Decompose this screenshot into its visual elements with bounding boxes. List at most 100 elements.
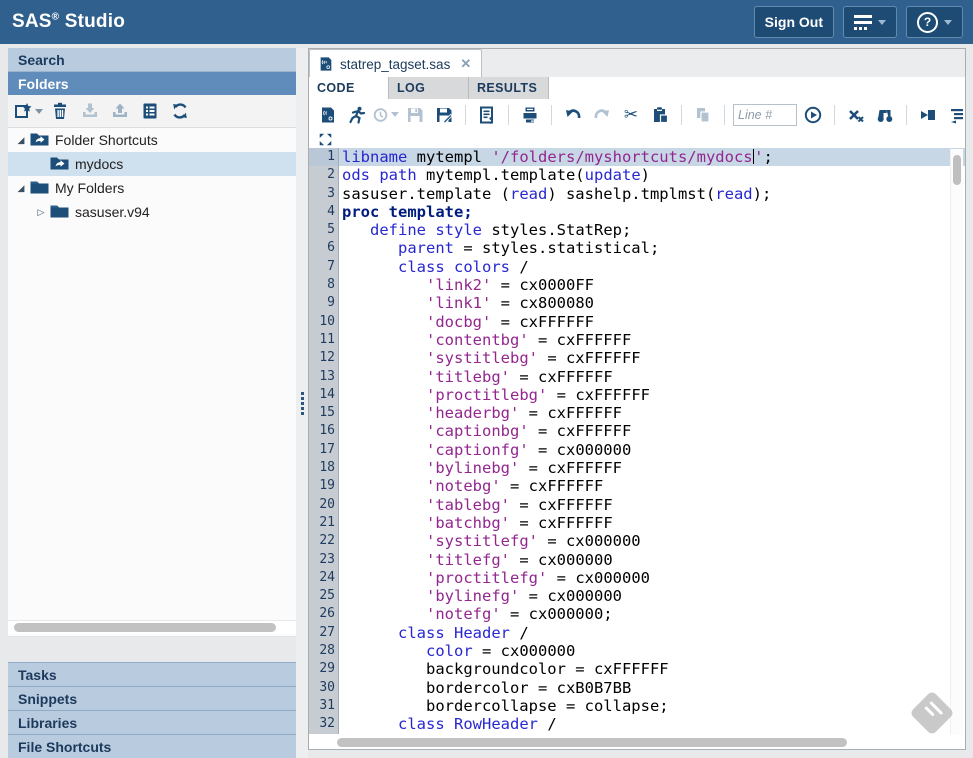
delete-button[interactable] bbox=[47, 98, 73, 124]
sas-program-button[interactable] bbox=[315, 102, 341, 128]
app-menu-button[interactable] bbox=[843, 6, 897, 38]
properties-button[interactable] bbox=[137, 98, 163, 124]
find-replace-button[interactable] bbox=[872, 102, 898, 128]
tree-item-my-folders[interactable]: ◢My Folders bbox=[8, 176, 296, 200]
code-line-2[interactable]: 2ods path mytempl.template(update) bbox=[309, 166, 965, 184]
refresh-button[interactable] bbox=[167, 98, 193, 124]
sidebar-section-folders[interactable]: Folders bbox=[8, 72, 296, 95]
code-line-32[interactable]: 32 class RowHeader / bbox=[309, 715, 965, 733]
code-line-25[interactable]: 25 'bylinefg' = cx000000 bbox=[309, 587, 965, 605]
code-line-3[interactable]: 3sasuser.template (read) sashelp.tmplmst… bbox=[309, 185, 965, 203]
code-line-6[interactable]: 6 parent = styles.statistical; bbox=[309, 239, 965, 257]
code-line-24[interactable]: 24 'proctitlefg' = cx000000 bbox=[309, 569, 965, 587]
goto-line-input[interactable] bbox=[733, 104, 797, 126]
line-number: 31 bbox=[309, 697, 339, 715]
tab-code[interactable]: CODE bbox=[309, 77, 389, 99]
scrollbar-thumb[interactable] bbox=[953, 155, 961, 185]
tree-expander-icon[interactable]: ◢ bbox=[14, 183, 28, 194]
print-button[interactable] bbox=[517, 102, 543, 128]
tree-item-sasuser-v94[interactable]: ▷ sasuser.v94 bbox=[8, 200, 296, 224]
paste-button[interactable] bbox=[647, 102, 673, 128]
sidebar-section-search[interactable]: Search bbox=[8, 48, 296, 72]
line-number: 29 bbox=[309, 660, 339, 678]
maximize-view-button[interactable] bbox=[317, 131, 333, 147]
code-line-27[interactable]: 27 class Header / bbox=[309, 624, 965, 642]
format-code-button[interactable] bbox=[944, 102, 970, 128]
code-line-20[interactable]: 20 'tablebg' = cxFFFFFF bbox=[309, 496, 965, 514]
undo-button[interactable] bbox=[560, 102, 586, 128]
line-number: 24 bbox=[309, 569, 339, 587]
code-line-29[interactable]: 29 backgroundcolor = cxFFFFFF bbox=[309, 660, 965, 678]
sidebar-section-libraries[interactable]: Libraries bbox=[8, 710, 296, 734]
code-line-5[interactable]: 5 define style styles.StatRep; bbox=[309, 221, 965, 239]
code-line-10[interactable]: 10 'docbg' = cxFFFFFF bbox=[309, 313, 965, 331]
panel-splitter[interactable] bbox=[296, 48, 308, 758]
edit-program-button[interactable] bbox=[474, 102, 500, 128]
folder-icon bbox=[28, 179, 55, 197]
line-number: 27 bbox=[309, 624, 339, 642]
code-line-11[interactable]: 11 'contentbg' = cxFFFFFF bbox=[309, 331, 965, 349]
code-editor[interactable]: 1libname mytempl '/folders/myshortcuts/m… bbox=[309, 148, 965, 735]
app-title: SAS® Studio bbox=[12, 11, 125, 33]
download-button[interactable] bbox=[77, 98, 103, 124]
tree-item-mydocs[interactable]: mydocs bbox=[8, 152, 296, 176]
close-icon[interactable]: ✕ bbox=[460, 56, 471, 72]
clear-code-button[interactable] bbox=[843, 102, 869, 128]
save-as-button[interactable] bbox=[431, 102, 457, 128]
help-menu-button[interactable]: ? bbox=[906, 6, 963, 38]
run-button[interactable] bbox=[344, 102, 370, 128]
code-line-19[interactable]: 19 'notebg' = cxFFFFFF bbox=[309, 477, 965, 495]
code-line-17[interactable]: 17 'captionfg' = cx000000 bbox=[309, 441, 965, 459]
code-line-14[interactable]: 14 'proctitlebg' = cxFFFFFF bbox=[309, 386, 965, 404]
clipboard-paste-icon bbox=[651, 106, 669, 124]
code-line-9[interactable]: 9 'link1' = cx800080 bbox=[309, 294, 965, 312]
tree-expander-icon[interactable]: ◢ bbox=[14, 135, 28, 146]
tab-log[interactable]: LOG bbox=[389, 77, 469, 100]
tree-item-label: sasuser.v94 bbox=[75, 204, 150, 220]
code-line-26[interactable]: 26 'notefg' = cx000000; bbox=[309, 605, 965, 623]
code-line-31[interactable]: 31 bordercollapse = collapse; bbox=[309, 697, 965, 715]
code-line-8[interactable]: 8 'link2' = cx0000FF bbox=[309, 276, 965, 294]
help-icon: ? bbox=[917, 12, 938, 33]
enhanced-editor-button[interactable] bbox=[915, 102, 941, 128]
sidebar-section-snippets[interactable]: Snippets bbox=[8, 686, 296, 710]
code-line-28[interactable]: 28 color = cx000000 bbox=[309, 642, 965, 660]
code-line-18[interactable]: 18 'bylinebg' = cxFFFFFF bbox=[309, 459, 965, 477]
code-line-22[interactable]: 22 'systitlefg' = cx000000 bbox=[309, 532, 965, 550]
code-line-13[interactable]: 13 'titlebg' = cxFFFFFF bbox=[309, 368, 965, 386]
code-line-23[interactable]: 23 'titlefg' = cx000000 bbox=[309, 551, 965, 569]
code-line-21[interactable]: 21 'batchbg' = cxFFFFFF bbox=[309, 514, 965, 532]
redo-button[interactable] bbox=[589, 102, 615, 128]
code-line-30[interactable]: 30 bordercolor = cxB0B7BB bbox=[309, 679, 965, 697]
copy-button[interactable] bbox=[690, 102, 716, 128]
code-line-12[interactable]: 12 'systitlebg' = cxFFFFFF bbox=[309, 349, 965, 367]
clear-x-icon bbox=[847, 106, 865, 124]
save-button[interactable] bbox=[402, 102, 428, 128]
line-number: 19 bbox=[309, 477, 339, 495]
line-number: 25 bbox=[309, 587, 339, 605]
line-number: 23 bbox=[309, 551, 339, 569]
scrollbar-thumb[interactable] bbox=[14, 623, 276, 632]
sidebar-section-tasks[interactable]: Tasks bbox=[8, 662, 296, 686]
line-number: 20 bbox=[309, 496, 339, 514]
code-line-16[interactable]: 16 'captionbg' = cxFFFFFF bbox=[309, 422, 965, 440]
goto-line-button[interactable] bbox=[800, 102, 826, 128]
editor-horizontal-scrollbar[interactable] bbox=[337, 736, 953, 748]
tree-horizontal-scrollbar[interactable] bbox=[8, 620, 296, 634]
tree-expander-icon[interactable]: ▷ bbox=[34, 207, 48, 218]
upload-button[interactable] bbox=[107, 98, 133, 124]
scrollbar-thumb[interactable] bbox=[337, 738, 847, 747]
document-tab[interactable]: statrep_tagset.sas ✕ bbox=[309, 49, 482, 78]
sign-out-button[interactable]: Sign Out bbox=[754, 6, 834, 38]
cut-button[interactable]: ✂ bbox=[618, 102, 644, 128]
submission-history-button[interactable] bbox=[373, 102, 399, 128]
code-line-7[interactable]: 7 class colors / bbox=[309, 258, 965, 276]
sidebar-section-file-shortcuts[interactable]: File Shortcuts bbox=[8, 734, 296, 758]
tree-item-folder-shortcuts[interactable]: ◢Folder Shortcuts bbox=[8, 128, 296, 152]
code-line-15[interactable]: 15 'headerbg' = cxFFFFFF bbox=[309, 404, 965, 422]
code-line-4[interactable]: 4proc template; bbox=[309, 203, 965, 221]
tab-results[interactable]: RESULTS bbox=[469, 77, 549, 100]
new-item-button[interactable] bbox=[14, 98, 43, 124]
code-line-1[interactable]: 1libname mytempl '/folders/myshortcuts/m… bbox=[309, 148, 965, 166]
editor-vertical-scrollbar[interactable] bbox=[950, 149, 963, 735]
